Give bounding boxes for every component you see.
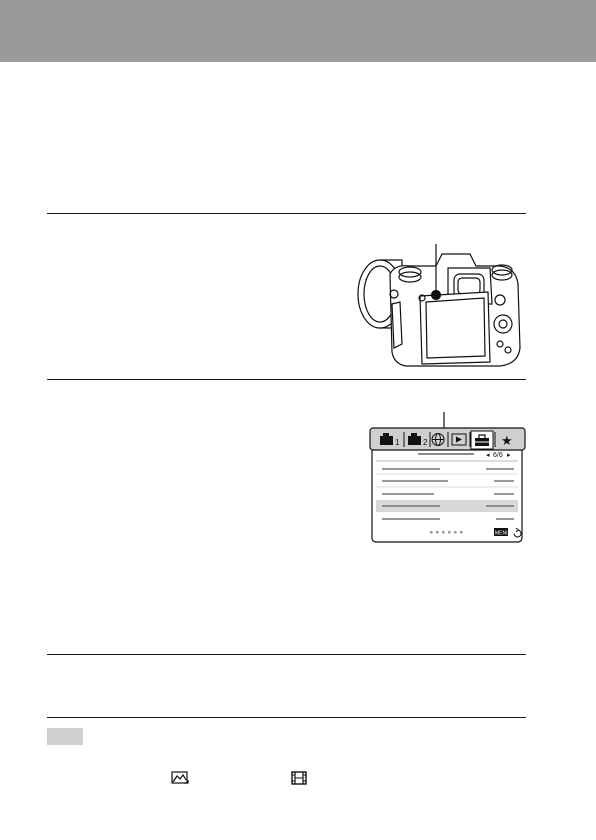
section-divider — [47, 654, 526, 655]
movie-mode-icon — [291, 771, 307, 785]
tab-number: 1 — [395, 438, 400, 447]
page-indicator: 6/6 — [493, 452, 503, 459]
section-divider — [47, 379, 526, 380]
svg-text:▸: ▸ — [507, 452, 511, 459]
still-image-mode-icon — [171, 771, 189, 784]
camera-back-illustration — [357, 244, 521, 367]
menu-screen-illustration: 1 2 ★ ◂ 6/6 ▸ MENU — [369, 412, 526, 543]
header-bar — [0, 0, 596, 62]
svg-text:◂: ◂ — [486, 452, 490, 459]
tab-number: 2 — [423, 438, 428, 447]
menu-button-badge: MENU — [495, 531, 510, 537]
note-label-chip — [47, 728, 83, 745]
section-divider — [47, 213, 526, 214]
section-divider — [47, 717, 526, 718]
my-menu-icon: ★ — [501, 433, 513, 448]
